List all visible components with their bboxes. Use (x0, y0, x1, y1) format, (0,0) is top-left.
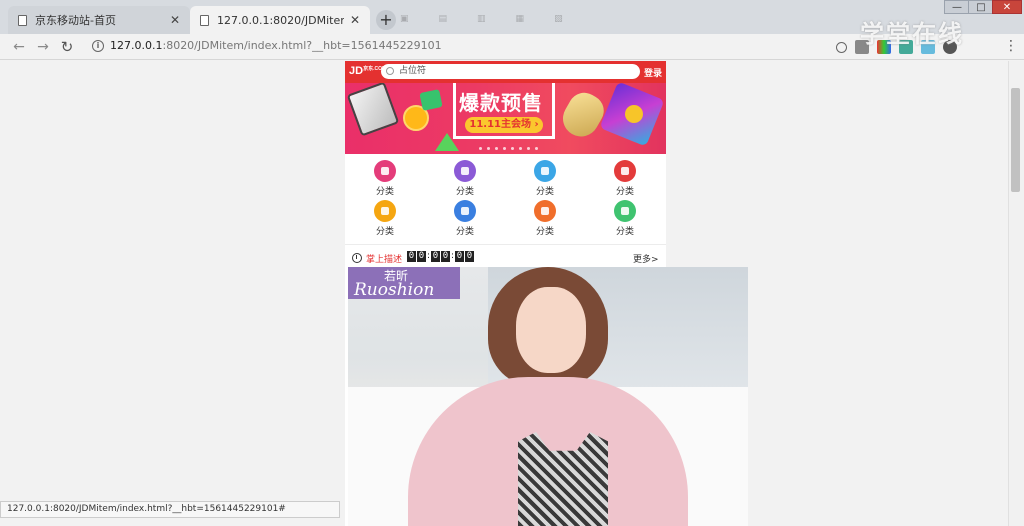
category-item[interactable]: 分类 (445, 160, 485, 200)
window-close-button[interactable]: ✕ (992, 0, 1022, 14)
search-icon (386, 67, 394, 75)
category-label: 分类 (375, 187, 394, 197)
promo-banner[interactable]: 爆款预售 11.11主会场 › (345, 83, 666, 154)
category-label: 分类 (615, 227, 634, 237)
search-input[interactable]: 占位符 (381, 64, 640, 79)
model-face (516, 287, 586, 373)
url-path: :8020/JDMitem/index.html?__hbt=156144522… (162, 39, 442, 52)
category-label: 分类 (455, 227, 474, 237)
flower-decor (625, 105, 643, 123)
address-bar[interactable]: 127.0.0.1:8020/JDMitem/index.html?__hbt=… (110, 39, 442, 52)
url-host: 127.0.0.1 (110, 39, 163, 52)
more-link[interactable]: 更多> (633, 252, 659, 265)
carousel-dot[interactable] (519, 147, 522, 150)
tab-jd-home[interactable]: 京东移动站-首页 ✕ (8, 6, 190, 34)
document-icon (200, 14, 209, 26)
reload-button[interactable]: ↻ (58, 38, 76, 56)
brand-logo: 若昕 Ruoshion (348, 267, 460, 300)
category-item[interactable]: 分类 (605, 160, 645, 200)
watermark-logo: 学堂在线 (860, 20, 964, 48)
timer-digit: 0 (441, 251, 450, 262)
new-tab-button[interactable]: + (376, 10, 396, 30)
countdown-timer: 00:00:00 (407, 251, 474, 262)
category-item[interactable]: 分类 (365, 160, 405, 200)
phone-image (346, 83, 400, 137)
person-icon (614, 160, 636, 182)
coupon-image (419, 89, 443, 111)
timer-digit: 0 (465, 251, 474, 262)
tab-title: 京东移动站-首页 (35, 14, 116, 27)
close-icon[interactable]: ✕ (350, 13, 360, 27)
category-nav: 分类 分类 分类 分类 分类 分类 分类 分类 (345, 154, 666, 244)
category-item[interactable]: 分类 (445, 200, 485, 240)
search-placeholder: 占位符 (399, 66, 427, 76)
book-icon (374, 200, 396, 222)
grid-icon (374, 160, 396, 182)
banner-title: 爆款预售 (459, 91, 543, 115)
minimize-button[interactable]: — (944, 0, 970, 14)
category-item[interactable]: 分类 (605, 200, 645, 240)
forward-button[interactable]: → (34, 38, 52, 56)
cart-icon (534, 160, 556, 182)
mouse-image (556, 86, 610, 144)
site-info-icon[interactable]: i (92, 40, 104, 52)
timer-digit: 0 (455, 251, 464, 262)
category-label: 分类 (615, 187, 634, 197)
jd-header: JD京东.COM 占位符 登录 (345, 61, 666, 83)
category-item[interactable]: 分类 (525, 160, 565, 200)
login-link[interactable]: 登录 (644, 66, 662, 79)
tag-icon (534, 200, 556, 222)
page-viewport: JD京东.COM 占位符 登录 爆款预售 11.11主会场 › 分类 分类 分类 分类… (0, 61, 1008, 526)
tab-title: 127.0.0.1:8020/JDMitem/inde (217, 13, 344, 27)
category-label: 分类 (535, 187, 554, 197)
carousel-dot[interactable] (487, 147, 490, 150)
background-taskbar-ghost: ▣ ▤ ▥ ▦ ▧ (400, 14, 563, 24)
zoom-icon[interactable] (836, 41, 847, 53)
category-item[interactable]: 分类 (365, 200, 405, 240)
card-icon (454, 200, 476, 222)
timer-digit: 0 (431, 251, 440, 262)
back-button[interactable]: ← (10, 38, 28, 56)
flash-sale-title: 掌上描述 (366, 255, 403, 265)
tab-jdmitem[interactable]: 127.0.0.1:8020/JDMitem/inde ✕ (190, 6, 370, 34)
maximize-button[interactable]: □ (968, 0, 994, 14)
carousel-dot[interactable] (527, 147, 530, 150)
carousel-indicators[interactable] (479, 147, 538, 150)
carousel-dot[interactable] (511, 147, 514, 150)
category-label: 分类 (455, 187, 474, 197)
category-item[interactable]: 分类 (525, 200, 565, 240)
scrollbar-thumb[interactable] (1011, 88, 1020, 192)
flash-sale-bar: 掌上描述 00:00:00 更多> (345, 244, 666, 268)
brand-name-en: Ruoshion (354, 280, 435, 300)
banner-cta-button[interactable]: 11.11主会场 › (465, 117, 543, 133)
carousel-dot[interactable] (535, 147, 538, 150)
close-icon[interactable]: ✕ (170, 13, 180, 27)
menu-icon[interactable]: ⋮ (1004, 38, 1018, 54)
timer-digit: 0 (417, 251, 426, 262)
timer-digit: 0 (407, 251, 416, 262)
gift-icon (454, 160, 476, 182)
heart-icon (614, 200, 636, 222)
carousel-dot[interactable] (479, 147, 482, 150)
category-label: 分类 (375, 227, 394, 237)
document-icon (18, 14, 27, 26)
timer-separator: : (427, 251, 431, 261)
timer-separator: : (451, 251, 455, 261)
clock-icon (352, 253, 362, 263)
status-bar: 127.0.0.1:8020/JDMitem/index.html?__hbt=… (0, 501, 340, 518)
carousel-dot[interactable] (495, 147, 498, 150)
category-label: 分类 (535, 227, 554, 237)
carousel-dot[interactable] (503, 147, 506, 150)
product-promo-image[interactable]: 若昕 Ruoshion (348, 267, 748, 526)
